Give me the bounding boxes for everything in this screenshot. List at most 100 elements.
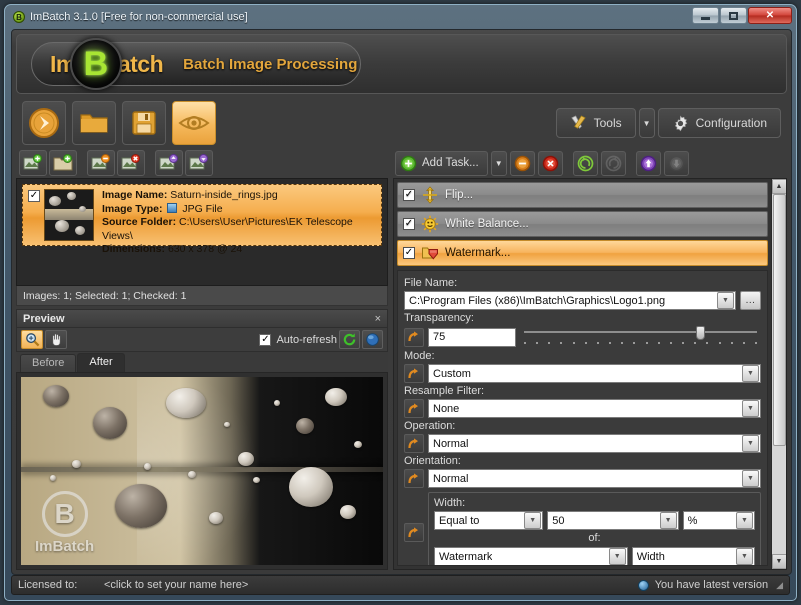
reset-transparency-button[interactable] bbox=[404, 327, 424, 347]
chevron-down-icon[interactable]: ▼ bbox=[742, 470, 759, 487]
chevron-down-icon[interactable]: ▼ bbox=[736, 512, 753, 529]
operation-dropdown[interactable]: Normal ▼ bbox=[428, 434, 761, 453]
save-button[interactable] bbox=[122, 101, 166, 145]
preview-tabs: Before After bbox=[16, 352, 388, 372]
scrollbar-track[interactable] bbox=[771, 194, 786, 554]
image-checkbox[interactable]: ✓ bbox=[28, 190, 40, 202]
open-folder-button[interactable] bbox=[72, 101, 116, 145]
add-task-label: Add Task... bbox=[422, 157, 479, 169]
task-row[interactable]: ✓ White Balance... bbox=[397, 211, 768, 237]
remove-image-button[interactable] bbox=[87, 150, 115, 176]
move-task-up-button[interactable] bbox=[635, 150, 661, 176]
reset-resample-button[interactable] bbox=[404, 399, 424, 418]
orientation-dropdown[interactable]: Normal ▼ bbox=[428, 469, 761, 488]
image-plus-icon bbox=[23, 154, 42, 170]
image-minus-icon bbox=[91, 154, 110, 170]
pan-tool-button[interactable] bbox=[45, 330, 67, 349]
remove-all-button[interactable] bbox=[117, 150, 145, 176]
watermark-text: ImBatch bbox=[35, 538, 95, 555]
preview-button[interactable] bbox=[172, 101, 216, 145]
preview-image-area[interactable]: B ImBatch bbox=[16, 372, 388, 570]
redo-arrow-icon bbox=[605, 155, 622, 171]
list-item[interactable]: ✓ Image Name: Saturn-inside_rings.jpg Im… bbox=[22, 184, 382, 255]
task-row[interactable]: ✓ Watermark... bbox=[397, 240, 768, 266]
mode-dropdown[interactable]: Custom ▼ bbox=[428, 364, 761, 383]
disable-task-button[interactable] bbox=[509, 150, 535, 176]
scrollbar-thumb[interactable] bbox=[772, 194, 786, 446]
move-down-button[interactable] bbox=[185, 150, 213, 176]
move-up-button[interactable] bbox=[155, 150, 183, 176]
add-images-button[interactable] bbox=[19, 150, 47, 176]
scroll-up-button[interactable]: ▲ bbox=[771, 179, 786, 194]
licensed-to-value[interactable]: <click to set your name here> bbox=[104, 579, 248, 591]
browse-file-button[interactable]: ... bbox=[740, 291, 761, 310]
mode-label: Mode: bbox=[404, 350, 435, 362]
chevron-down-icon[interactable]: ▼ bbox=[659, 512, 677, 529]
width-amount-input[interactable]: 50 ▼ bbox=[547, 511, 679, 530]
window-controls: ✕ bbox=[692, 7, 792, 24]
run-button[interactable] bbox=[22, 101, 66, 145]
chevron-down-icon[interactable]: ▼ bbox=[742, 435, 759, 452]
watermark-settings-panel: File Name: C:\Program Files (x86)\ImBatc… bbox=[397, 270, 768, 566]
task-checkbox[interactable]: ✓ bbox=[403, 189, 415, 201]
add-task-dropdown-button[interactable]: ▼ bbox=[490, 150, 507, 176]
preview-toolbar: ✓ Auto-refresh bbox=[16, 328, 388, 352]
reset-operation-button[interactable] bbox=[404, 434, 424, 453]
chevron-down-icon[interactable]: ▼ bbox=[717, 292, 734, 309]
resample-filter-dropdown[interactable]: None ▼ bbox=[428, 399, 761, 418]
folder-plus-icon bbox=[53, 154, 73, 171]
undo-button[interactable] bbox=[572, 150, 598, 176]
configuration-button[interactable]: Configuration bbox=[657, 108, 781, 138]
preview-rendered-image: B ImBatch bbox=[21, 377, 383, 565]
tab-after[interactable]: After bbox=[77, 353, 125, 372]
scroll-down-button[interactable]: ▼ bbox=[771, 554, 786, 569]
task-checkbox[interactable]: ✓ bbox=[403, 218, 415, 230]
refresh-preview-button[interactable] bbox=[339, 330, 360, 349]
width-of-source-dropdown[interactable]: Watermark ▼ bbox=[434, 547, 628, 565]
width-of-dimension-dropdown[interactable]: Width ▼ bbox=[631, 547, 755, 565]
auto-refresh-checkbox[interactable]: ✓ bbox=[259, 333, 272, 346]
licensed-to-label: Licensed to: bbox=[18, 579, 78, 591]
chevron-down-icon[interactable]: ▼ bbox=[742, 400, 759, 417]
transparency-input[interactable]: 75 bbox=[428, 327, 516, 347]
reset-width-button[interactable] bbox=[404, 523, 424, 542]
image-name-label: Image Name: bbox=[102, 189, 168, 201]
chevron-down-icon[interactable]: ▼ bbox=[524, 512, 542, 529]
tab-before[interactable]: Before bbox=[20, 354, 77, 372]
task-panel-scrollbar[interactable]: ▲ ▼ bbox=[771, 179, 786, 569]
width-comparison-dropdown[interactable]: Equal to ▼ bbox=[434, 511, 544, 530]
close-button[interactable]: ✕ bbox=[748, 7, 792, 24]
zoom-tool-button[interactable] bbox=[21, 330, 43, 349]
add-folder-button[interactable] bbox=[49, 150, 77, 176]
tools-button[interactable]: Tools bbox=[555, 108, 636, 138]
delete-task-button[interactable] bbox=[537, 150, 563, 176]
slider-thumb[interactable] bbox=[695, 326, 705, 340]
preview-close-icon[interactable]: × bbox=[375, 313, 381, 325]
chevron-down-icon[interactable]: ▼ bbox=[736, 548, 753, 565]
width-unit-dropdown[interactable]: % ▼ bbox=[682, 511, 755, 530]
reset-arrow-icon bbox=[408, 402, 418, 413]
reset-mode-button[interactable] bbox=[404, 364, 424, 383]
maximize-button[interactable] bbox=[720, 7, 747, 24]
minimize-button[interactable] bbox=[692, 7, 719, 24]
file-name-input[interactable]: C:\Program Files (x86)\ImBatch\Graphics\… bbox=[404, 291, 736, 310]
transparency-slider[interactable] bbox=[520, 326, 761, 348]
refresh-icon bbox=[343, 333, 356, 346]
app-icon: B bbox=[13, 11, 25, 23]
auto-refresh-control[interactable]: ✓ Auto-refresh bbox=[259, 333, 337, 346]
task-row[interactable]: ✓ Flip... bbox=[397, 182, 768, 208]
preview-sphere-button[interactable] bbox=[362, 330, 383, 349]
resample-filter-label: Resample Filter: bbox=[404, 385, 485, 397]
tools-dropdown-button[interactable]: ▼ bbox=[638, 108, 655, 138]
reset-arrow-icon bbox=[408, 367, 418, 378]
chevron-down-icon[interactable]: ▼ bbox=[742, 365, 759, 382]
add-task-button[interactable]: Add Task... bbox=[395, 150, 488, 176]
image-list[interactable]: ✓ Image Name: Saturn-inside_rings.jpg Im… bbox=[16, 178, 388, 286]
image-name-value: Saturn-inside_rings.jpg bbox=[170, 189, 278, 201]
folder-icon bbox=[80, 114, 108, 133]
chevron-down-icon[interactable]: ▼ bbox=[608, 548, 626, 565]
reset-orientation-button[interactable] bbox=[404, 469, 424, 488]
resize-grip-icon[interactable]: ◢ bbox=[776, 580, 783, 591]
task-checkbox[interactable]: ✓ bbox=[403, 247, 415, 259]
reset-arrow-icon bbox=[408, 472, 418, 483]
